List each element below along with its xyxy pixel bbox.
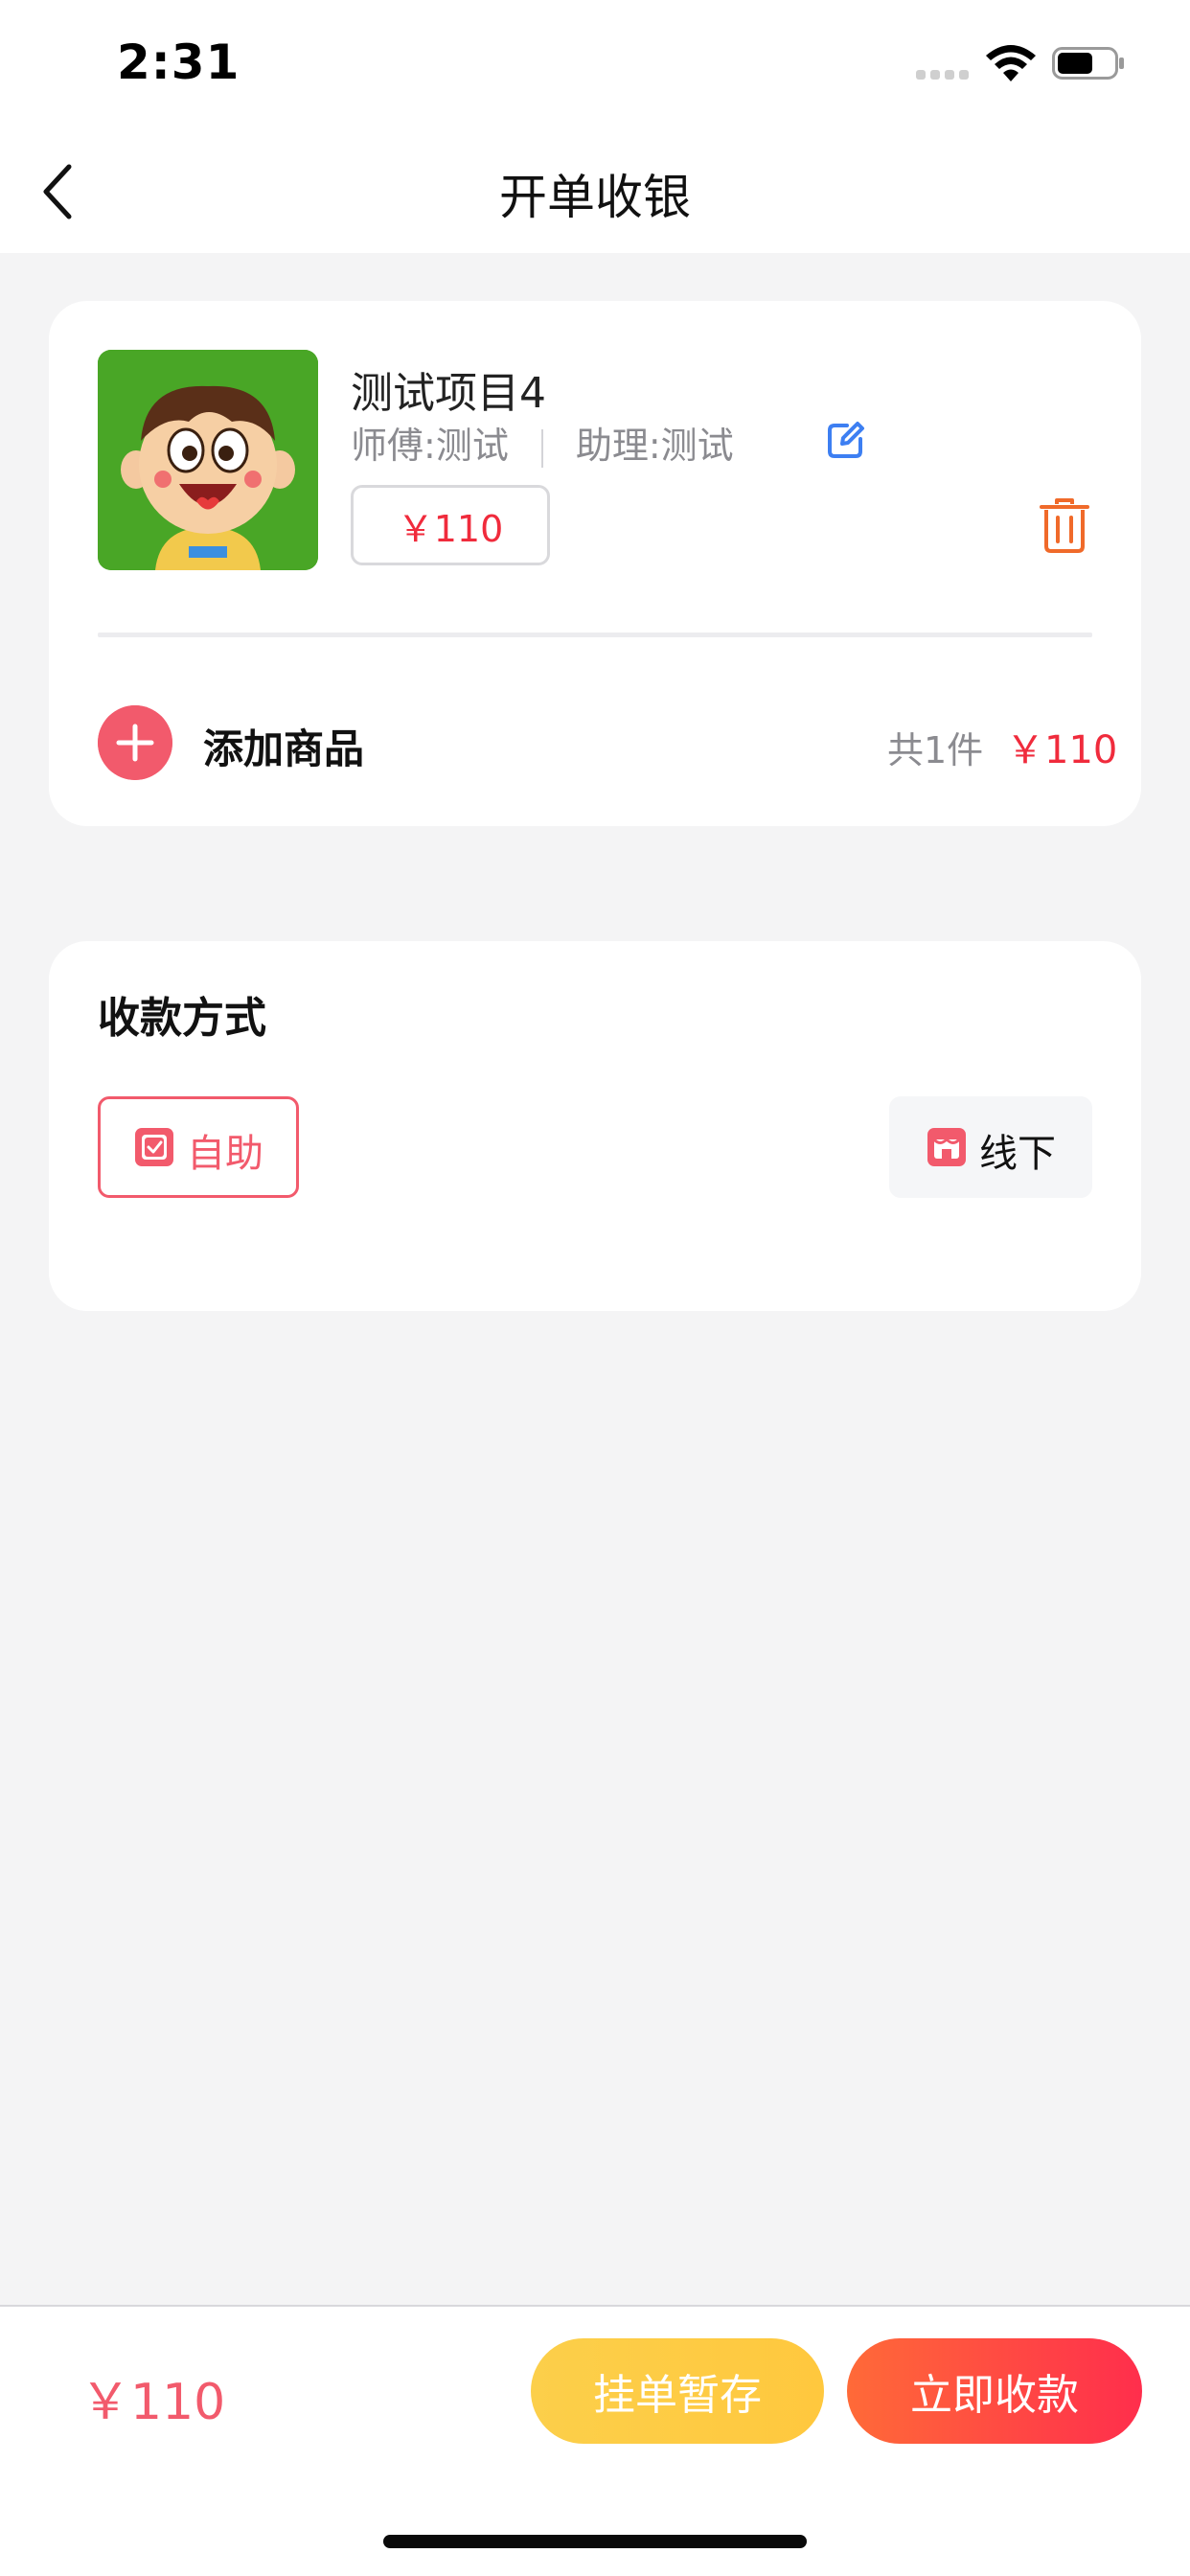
assistant-label: 助理: [575, 425, 661, 467]
collect-payment-button[interactable]: 立即收款 [847, 2338, 1142, 2444]
staff-info: 师傅:测试 助理:测试 [351, 416, 734, 469]
payment-option-self[interactable]: 自助 [98, 1096, 299, 1198]
cart-total: ￥110 [1006, 728, 1118, 772]
product-name: 测试项目4 [351, 369, 546, 418]
product-image [98, 350, 318, 570]
payment-option-offline[interactable]: 线下 [889, 1096, 1092, 1198]
checkbox-icon [135, 1128, 173, 1166]
payment-option-self-label: 自助 [187, 1132, 263, 1176]
card-divider [98, 632, 1092, 637]
edit-icon[interactable] [826, 420, 866, 460]
status-time: 2:31 [117, 34, 240, 90]
order-total: ￥110 [80, 2374, 226, 2431]
page-title: 开单收银 [499, 170, 691, 225]
master-label: 师傅: [351, 425, 436, 467]
assistant-value: 测试 [660, 425, 734, 467]
add-product-button[interactable] [98, 705, 172, 780]
divider-line [540, 428, 543, 468]
price-input[interactable]: ￥110 [351, 485, 550, 565]
item-count: 共1件 [887, 729, 984, 771]
home-indicator [383, 2535, 807, 2548]
payment-title: 收款方式 [98, 994, 266, 1043]
store-icon [927, 1128, 966, 1166]
payment-option-offline-label: 线下 [979, 1132, 1056, 1176]
add-product-label[interactable]: 添加商品 [203, 717, 364, 775]
battery-icon [1052, 47, 1124, 80]
signal-icon [916, 70, 970, 80]
wifi-icon [986, 45, 1036, 81]
master-value: 测试 [435, 425, 509, 467]
trash-icon[interactable] [1039, 496, 1090, 554]
hold-order-button[interactable]: 挂单暂存 [531, 2338, 824, 2444]
